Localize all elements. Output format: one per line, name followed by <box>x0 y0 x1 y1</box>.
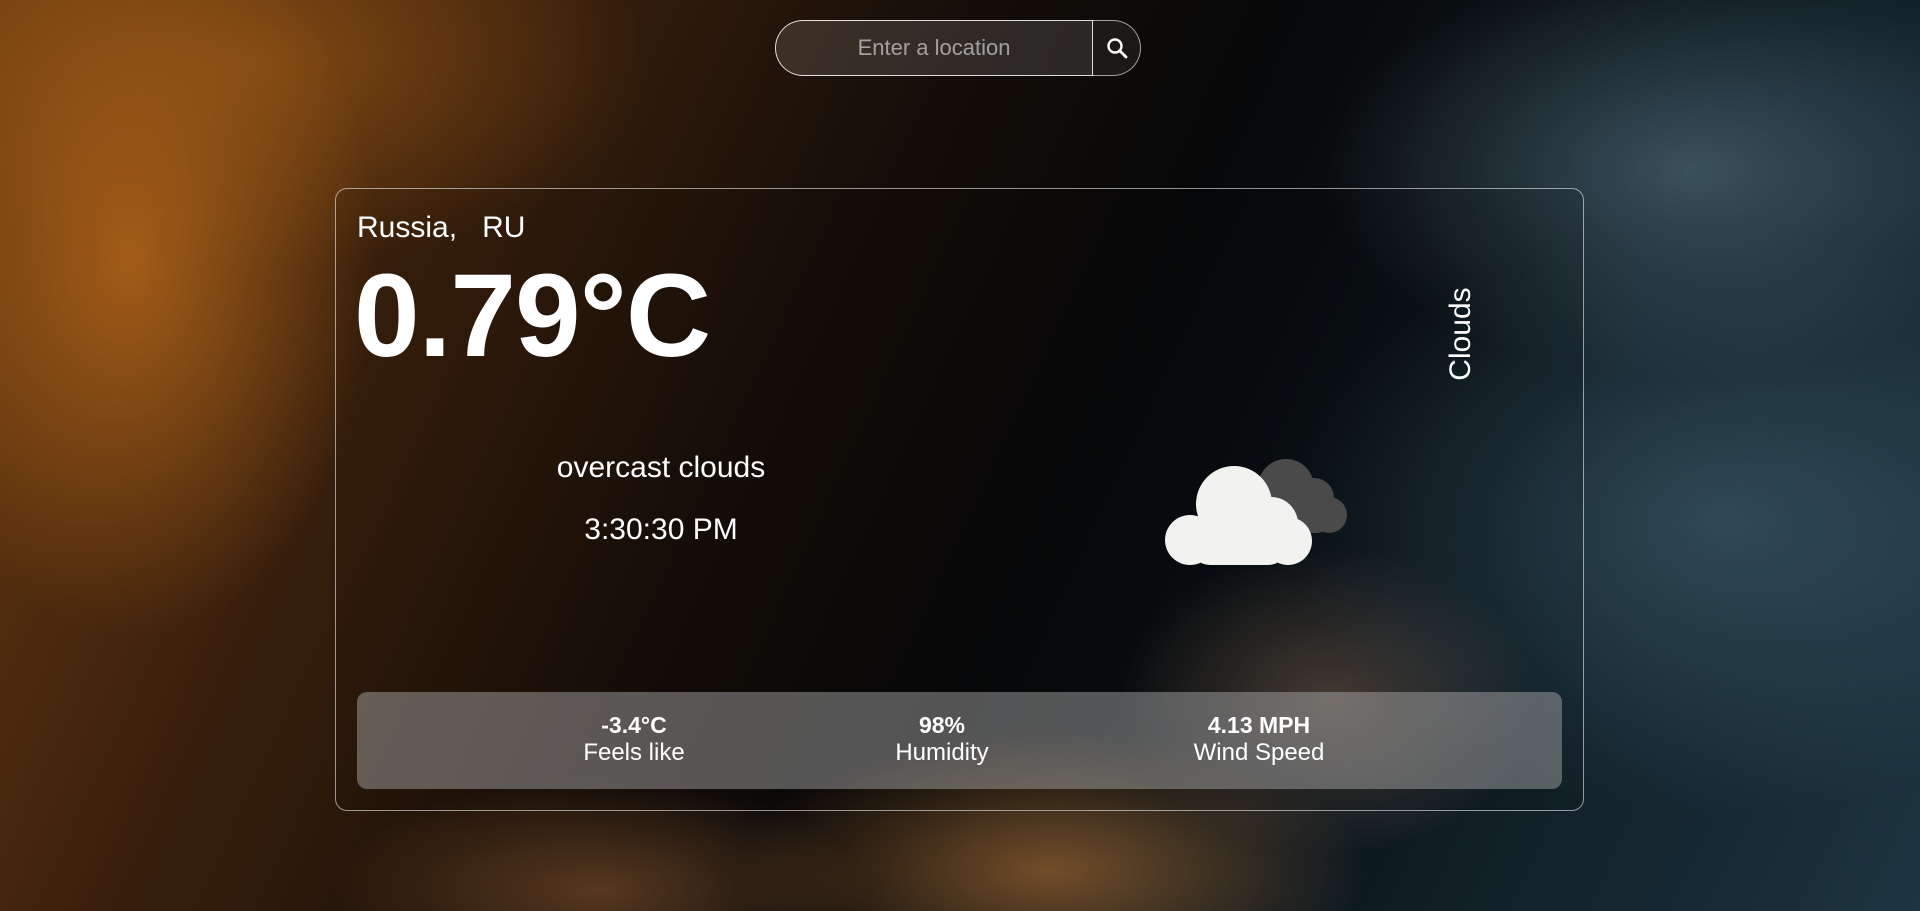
weather-condition: Clouds <box>1444 287 1477 381</box>
humidity-stat: 98% Humidity <box>822 712 1062 767</box>
search-icon <box>1106 38 1127 59</box>
humidity-label: Humidity <box>895 739 989 767</box>
humidity-value: 98% <box>918 712 966 738</box>
local-time: 3:30:30 PM <box>584 513 738 546</box>
wind-speed-stat: 4.13 MPH Wind Speed <box>1139 712 1379 767</box>
weather-card: Russia, RU 0.79°C overcast clouds 3:30:3… <box>335 188 1584 811</box>
location: Russia, RU <box>357 211 525 245</box>
search-bar <box>775 20 1141 76</box>
weather-app: { "search": { "placeholder": "Enter a lo… <box>0 0 1920 911</box>
weather-description: overcast clouds <box>556 451 766 484</box>
cloud-icon <box>1165 459 1347 565</box>
search-input[interactable] <box>775 20 1093 76</box>
temperature: 0.79°C <box>354 250 711 382</box>
city-name: Russia, <box>357 211 458 244</box>
feels-like-value: -3.4°C <box>601 712 667 738</box>
search-button[interactable] <box>1093 20 1141 76</box>
wind-speed-label: Wind Speed <box>1193 739 1325 767</box>
country-code: RU <box>482 211 526 244</box>
feels-like-stat: -3.4°C Feels like <box>514 712 754 767</box>
wind-speed-value: 4.13 MPH <box>1207 712 1311 738</box>
feels-like-label: Feels like <box>583 739 685 767</box>
weather-stats-panel: -3.4°C Feels like 98% Humidity 4.13 MPH … <box>357 692 1562 789</box>
